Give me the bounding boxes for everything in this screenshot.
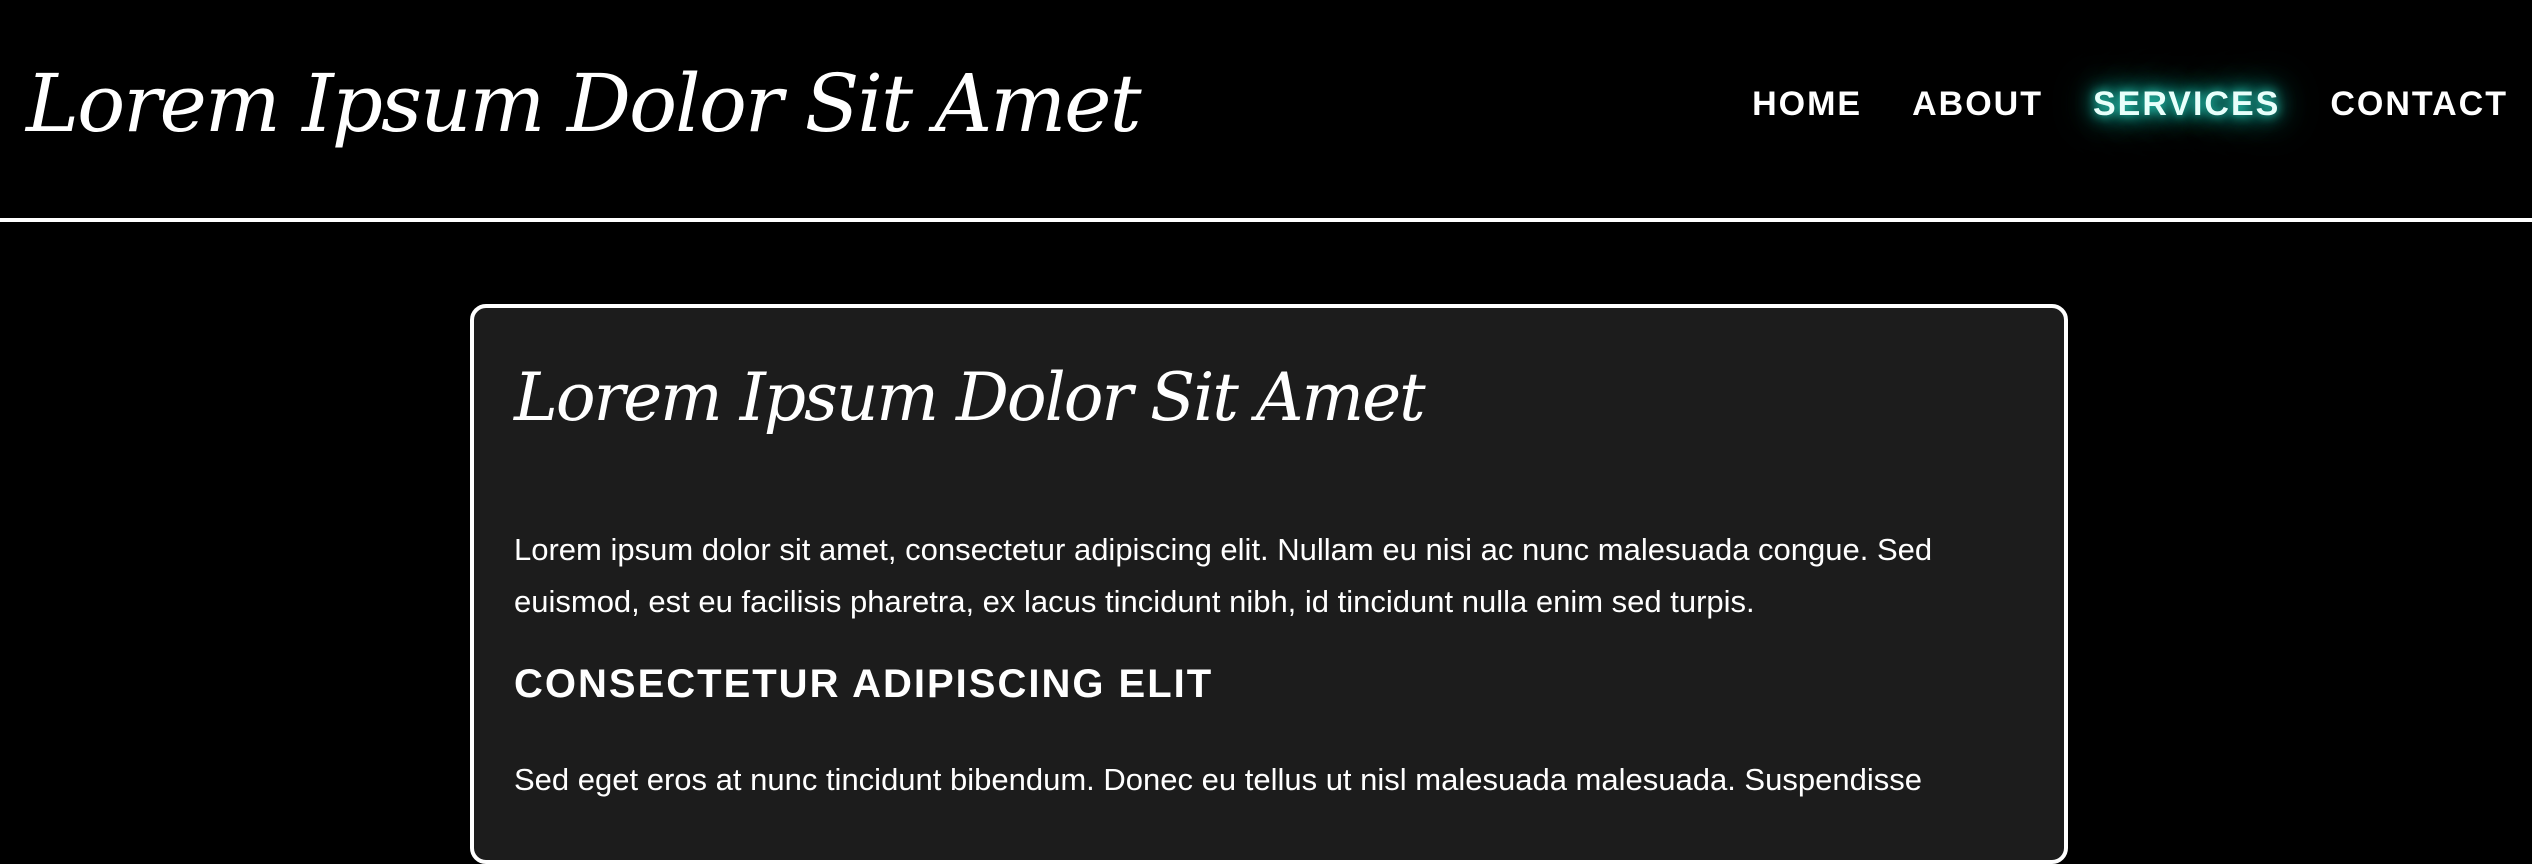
main-nav: HOME ABOUT SERVICES CONTACT xyxy=(1702,66,2508,142)
nav-link-home[interactable]: HOME xyxy=(1752,85,1862,124)
section-paragraph: Sed eget eros at nunc tincidunt bibendum… xyxy=(514,762,1922,797)
content-card: Lorem Ipsum Dolor Sit Amet Lorem ipsum d… xyxy=(470,304,2068,864)
site-title[interactable]: Lorem Ipsum Dolor Sit Amet xyxy=(26,34,1142,174)
section-heading: CONSECTETUR ADIPISCING ELIT xyxy=(514,662,1214,706)
intro-paragraph: Lorem ipsum dolor sit amet, consectetur … xyxy=(514,532,1933,619)
nav-link-services[interactable]: SERVICES xyxy=(2093,85,2280,124)
nav-link-about[interactable]: ABOUT xyxy=(1912,85,2043,124)
site-header: Lorem Ipsum Dolor Sit Amet HOME ABOUT SE… xyxy=(0,0,2532,222)
content-title: Lorem Ipsum Dolor Sit Amet xyxy=(514,359,1426,436)
nav-link-contact[interactable]: CONTACT xyxy=(2330,85,2508,124)
